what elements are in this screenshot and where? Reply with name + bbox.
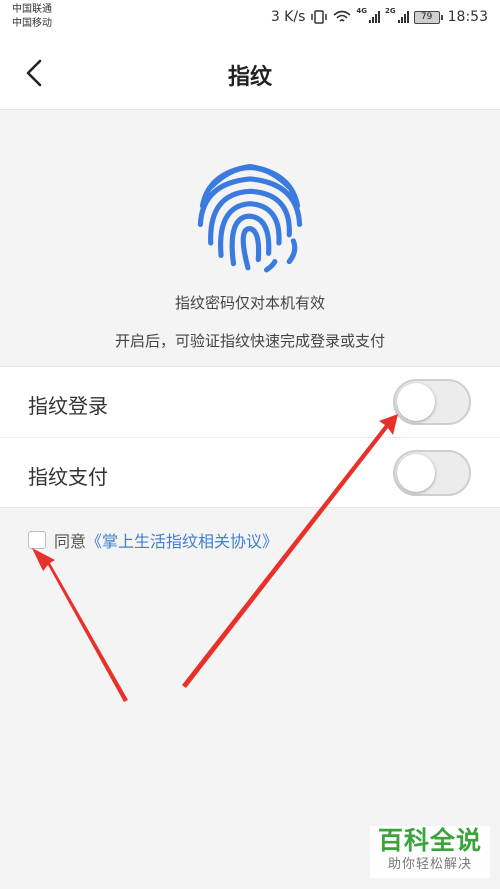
signal-2-generation: 2G: [385, 7, 396, 15]
carrier-2: 中国移动: [12, 18, 52, 29]
setting-label-payment: 指纹支付: [28, 465, 108, 489]
vibrate-icon: [311, 10, 328, 24]
hero-description-1: 指纹密码仅对本机有效: [174, 294, 325, 312]
arrow-to-checkbox: [32, 548, 128, 702]
signal-1-generation: 4G: [356, 7, 368, 15]
signal-icon: [369, 11, 381, 23]
agreement-link[interactable]: 《掌上生活指纹相关协议》: [86, 528, 278, 552]
fingerprint-login-toggle[interactable]: [393, 379, 471, 425]
agreement-prefix: 同意: [54, 532, 87, 551]
hero-description-2: 开启后，可验证指纹快速完成登录或支付: [114, 332, 385, 350]
battery-level: 79: [413, 10, 440, 24]
wifi-icon: [333, 10, 351, 22]
settings-list: 指纹登录 指纹支付: [0, 366, 500, 508]
watermark: 百科全说 助你轻松解决: [370, 826, 490, 878]
setting-label-login: 指纹登录: [28, 394, 108, 418]
nav-bar: 指纹: [0, 36, 500, 110]
fingerprint-payment-toggle[interactable]: [393, 450, 471, 496]
watermark-subtitle: 助你轻松解决: [387, 857, 472, 872]
agreement-checkbox[interactable]: [28, 531, 46, 549]
network-speed: 3 K/s: [270, 9, 306, 25]
clock: 18:53: [447, 9, 488, 25]
toggle-knob: [397, 454, 435, 492]
carrier-1: 中国联通: [12, 4, 52, 15]
setting-row-payment: 指纹支付: [0, 437, 500, 507]
battery-icon: 79: [413, 10, 443, 24]
toggle-knob: [397, 383, 435, 421]
fingerprint-icon: [197, 163, 303, 273]
carrier-info: 中国联通 中国移动: [12, 3, 52, 31]
agreement-row: 同意 《掌上生活指纹相关协议》: [28, 528, 278, 552]
setting-row-login: 指纹登录: [0, 367, 500, 437]
page-title: 指纹: [227, 65, 272, 90]
status-bar: 中国联通 中国移动 3 K/s 4G 2G 79 18:53: [0, 0, 500, 36]
status-indicators: 3 K/s 4G 2G 79 18:53: [271, 7, 488, 27]
watermark-title: 百科全说: [377, 826, 482, 855]
signal-icon-2: [397, 11, 409, 23]
